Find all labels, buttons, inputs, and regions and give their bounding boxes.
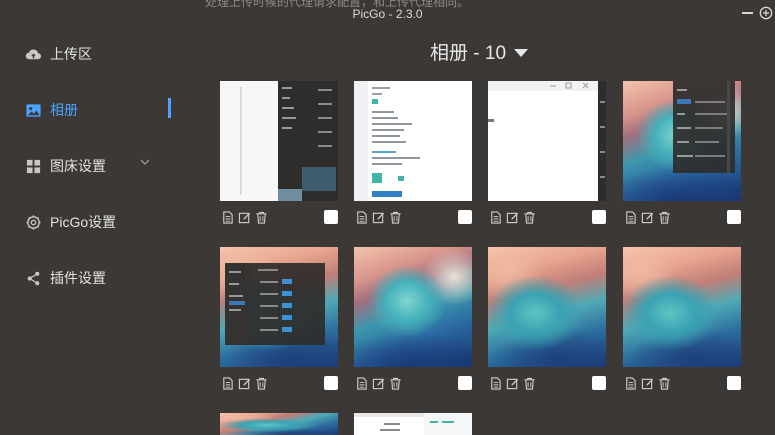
gear-icon <box>24 213 42 231</box>
sidebar: 上传区 相册 图床设置 PicGo设置 插件设置 <box>0 26 180 435</box>
delete-icon[interactable] <box>657 210 672 225</box>
gallery-thumbnail[interactable] <box>220 413 338 435</box>
delete-icon[interactable] <box>522 376 537 391</box>
select-checkbox[interactable] <box>458 210 472 224</box>
copy-link-icon[interactable] <box>623 376 638 391</box>
copy-link-icon[interactable] <box>488 210 503 225</box>
sidebar-item-picgo-settings[interactable]: PicGo设置 <box>24 211 116 233</box>
delete-icon[interactable] <box>388 376 403 391</box>
edit-icon[interactable] <box>237 210 252 225</box>
title-bar: 处理上传时候的代理请求配置，和上传代理相同。 PicGo - 2.3.0 <box>0 0 775 26</box>
delete-icon[interactable] <box>388 210 403 225</box>
gallery-thumbnail[interactable] <box>354 81 472 201</box>
select-checkbox[interactable] <box>592 210 606 224</box>
cloud-upload-icon <box>24 45 42 63</box>
gallery-title-dropdown[interactable]: 相册 - 10 <box>430 38 529 65</box>
select-checkbox[interactable] <box>592 376 606 390</box>
gallery-title: 相册 - 10 <box>430 43 507 64</box>
edit-icon[interactable] <box>371 210 386 225</box>
copy-link-icon[interactable] <box>354 376 369 391</box>
edit-icon[interactable] <box>640 376 655 391</box>
edit-icon[interactable] <box>505 210 520 225</box>
gallery-thumbnail[interactable] <box>488 247 606 367</box>
copy-link-icon[interactable] <box>220 376 235 391</box>
select-checkbox[interactable] <box>727 210 741 224</box>
sidebar-item-gallery[interactable]: 相册 <box>24 99 78 121</box>
delete-icon[interactable] <box>254 210 269 225</box>
edit-icon[interactable] <box>237 376 252 391</box>
gallery-thumbnail[interactable] <box>220 81 338 201</box>
delete-icon[interactable] <box>522 210 537 225</box>
select-checkbox[interactable] <box>727 376 741 390</box>
select-checkbox[interactable] <box>458 376 472 390</box>
thumbnail-actions <box>354 209 405 225</box>
sidebar-item-label: 上传区 <box>50 46 92 62</box>
delete-icon[interactable] <box>657 376 672 391</box>
edit-icon[interactable] <box>640 210 655 225</box>
thumbnail-actions <box>488 375 539 391</box>
image-icon <box>24 101 42 119</box>
sidebar-item-label: PicGo设置 <box>50 214 117 230</box>
sidebar-item-label: 相册 <box>50 102 78 118</box>
sidebar-item-label: 图床设置 <box>50 158 106 174</box>
gallery-thumbnail[interactable] <box>623 81 741 201</box>
window-title: PicGo - 2.3.0 <box>352 7 423 21</box>
sidebar-item-label: 插件设置 <box>50 270 106 286</box>
caret-down-icon <box>514 48 529 57</box>
gallery-thumbnail[interactable] <box>488 81 606 201</box>
gallery-thumbnail[interactable] <box>623 247 741 367</box>
copy-link-icon[interactable] <box>354 210 369 225</box>
copy-link-icon[interactable] <box>623 210 638 225</box>
delete-icon[interactable] <box>254 376 269 391</box>
thumbnail-actions <box>623 209 674 225</box>
select-checkbox[interactable] <box>324 376 338 390</box>
close-button[interactable] <box>758 5 774 21</box>
edit-icon[interactable] <box>505 376 520 391</box>
sidebar-item-pic-bed[interactable]: 图床设置 <box>24 155 106 177</box>
gallery-thumbnail[interactable] <box>354 247 472 367</box>
sidebar-item-plugins[interactable]: 插件设置 <box>24 267 106 289</box>
thumbnail-actions <box>220 375 271 391</box>
close-circle-icon <box>759 6 773 20</box>
select-checkbox[interactable] <box>324 210 338 224</box>
thumbnail-actions <box>354 375 405 391</box>
grid-icon <box>24 157 42 175</box>
share-icon <box>24 269 42 287</box>
copy-link-icon[interactable] <box>220 210 235 225</box>
active-indicator <box>168 98 171 118</box>
thumbnail-actions <box>488 209 539 225</box>
edit-icon[interactable] <box>371 376 386 391</box>
gallery-thumbnail[interactable] <box>354 413 472 435</box>
thumbnail-actions <box>623 375 674 391</box>
minimize-button[interactable] <box>739 5 755 21</box>
chevron-down-icon[interactable] <box>139 156 151 168</box>
gallery-thumbnail[interactable] <box>220 247 338 367</box>
thumbnail-actions <box>220 209 271 225</box>
sidebar-item-upload[interactable]: 上传区 <box>24 43 92 65</box>
copy-link-icon[interactable] <box>488 376 503 391</box>
